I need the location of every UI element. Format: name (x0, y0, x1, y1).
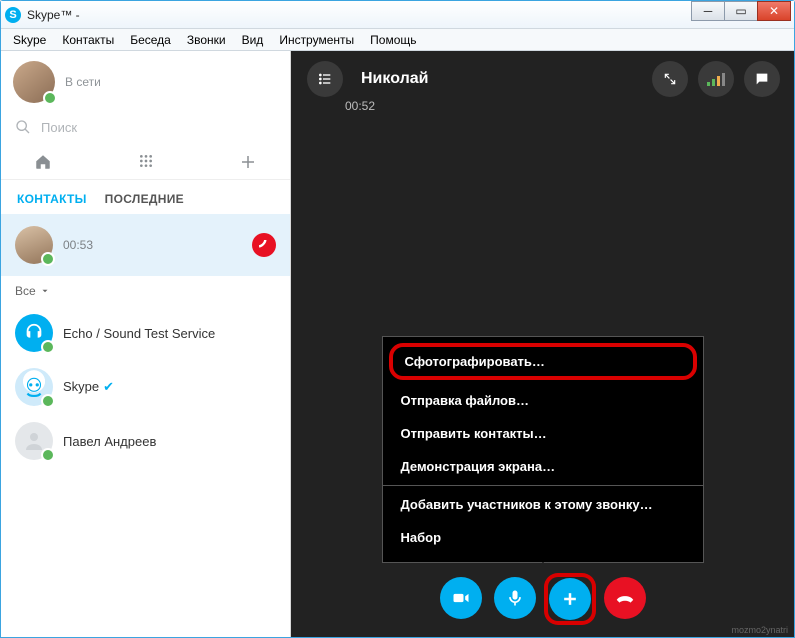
peer-name: Николай (361, 70, 428, 88)
contact-avatar (15, 422, 53, 460)
active-call-item[interactable]: 00:53 (1, 214, 290, 276)
home-icon (34, 153, 52, 171)
search-input[interactable]: Поиск (1, 109, 290, 145)
menu-item-send-files[interactable]: Отправка файлов… (383, 384, 703, 417)
hangup-mini-button[interactable] (252, 233, 276, 257)
filter-all[interactable]: Все (1, 276, 290, 306)
chat-button[interactable] (744, 61, 780, 97)
conversation-list-button[interactable] (307, 61, 343, 97)
me-section[interactable]: В сети (1, 51, 290, 109)
hangup-icon (257, 238, 271, 252)
plus-menu-popup: Сфотографировать… Отправка файлов… Отпра… (382, 336, 704, 563)
mute-button[interactable] (494, 577, 536, 619)
plus-button[interactable] (549, 578, 591, 620)
expand-icon (663, 72, 677, 86)
menu-item-send-contacts[interactable]: Отправить контакты… (383, 417, 703, 450)
contact-avatar (15, 226, 53, 264)
video-icon (451, 588, 471, 608)
menu-item-dial[interactable]: Набор (383, 521, 703, 554)
contact-name: Skype✔ (63, 379, 114, 395)
plus-icon (560, 589, 580, 609)
call-header-right (652, 61, 780, 97)
video-button[interactable] (440, 577, 482, 619)
menu-tools[interactable]: Инструменты (271, 31, 362, 49)
presence-online-icon (41, 448, 55, 462)
icon-tabs (1, 145, 290, 180)
me-status[interactable]: В сети (65, 75, 101, 89)
search-icon (15, 119, 31, 135)
chevron-down-icon (40, 286, 50, 296)
call-duration: 00:53 (63, 238, 93, 252)
maximize-button[interactable]: ▭ (724, 1, 758, 21)
presence-online-icon (41, 340, 55, 354)
call-area: Николай 00:52 Сфотографировать… Отправка… (291, 51, 794, 637)
contact-avatar (15, 314, 53, 352)
plus-button-highlight (548, 577, 592, 621)
app-window: S Skype™ - ─ ▭ ✕ Skype Контакты Беседа З… (0, 0, 795, 638)
titlebar: S Skype™ - ─ ▭ ✕ (1, 1, 794, 29)
watermark: mozmo2ynatri (731, 625, 788, 635)
search-placeholder: Поиск (41, 120, 77, 135)
menu-help[interactable]: Помощь (362, 31, 424, 49)
window-controls: ─ ▭ ✕ (692, 1, 791, 21)
minimize-button[interactable]: ─ (691, 1, 725, 21)
menu-calls[interactable]: Звонки (179, 31, 234, 49)
new-tab[interactable] (234, 153, 262, 171)
list-icon (317, 71, 333, 87)
chat-icon (754, 71, 770, 87)
dialpad-icon (138, 153, 154, 169)
call-controls (440, 577, 646, 621)
plus-icon (239, 153, 257, 171)
menu-item-share-screen[interactable]: Демонстрация экрана… (383, 450, 703, 483)
menu-item-add-people[interactable]: Добавить участников к этому звонку… (383, 485, 703, 521)
body: В сети Поиск КОНТАКТЫ ПОСЛЕДНИЕ (1, 51, 794, 637)
call-quality-button[interactable] (698, 61, 734, 97)
menu-contacts[interactable]: Контакты (54, 31, 122, 49)
tab-recent[interactable]: ПОСЛЕДНИЕ (105, 192, 184, 206)
home-tab[interactable] (29, 153, 57, 171)
me-avatar[interactable] (13, 61, 55, 103)
contact-item-echo[interactable]: Echo / Sound Test Service (1, 306, 290, 360)
menu-chat[interactable]: Беседа (122, 31, 179, 49)
dialpad-tab[interactable] (132, 153, 160, 171)
headset-icon (23, 322, 45, 344)
close-button[interactable]: ✕ (757, 1, 791, 21)
contact-name: Echo / Sound Test Service (63, 326, 215, 341)
signal-icon (707, 72, 725, 86)
presence-online-icon (41, 252, 55, 266)
menu-skype[interactable]: Skype (5, 31, 54, 49)
menu-view[interactable]: Вид (234, 31, 272, 49)
contact-avatar (15, 368, 53, 406)
presence-online-icon (41, 394, 55, 408)
contact-name: Павел Андреев (63, 434, 156, 449)
hangup-icon (614, 587, 636, 609)
sidebar: В сети Поиск КОНТАКТЫ ПОСЛЕДНИЕ (1, 51, 291, 637)
mic-icon (505, 588, 525, 608)
hangup-button[interactable] (604, 577, 646, 619)
contact-item-skype[interactable]: Skype✔ (1, 360, 290, 414)
list-tabs: КОНТАКТЫ ПОСЛЕДНИЕ (1, 180, 290, 214)
tab-contacts[interactable]: КОНТАКТЫ (17, 192, 87, 206)
verified-icon: ✔ (103, 379, 114, 394)
contact-item-pavel[interactable]: Павел Андреев (1, 414, 290, 468)
menu-item-snapshot[interactable]: Сфотографировать… (389, 343, 697, 380)
fullscreen-button[interactable] (652, 61, 688, 97)
skype-logo-icon: S (5, 7, 21, 23)
call-timer: 00:52 (345, 99, 794, 113)
filter-label: Все (15, 284, 36, 298)
presence-online-icon (43, 91, 57, 105)
window-title: Skype™ - (27, 8, 80, 22)
menubar: Skype Контакты Беседа Звонки Вид Инструм… (1, 29, 794, 51)
